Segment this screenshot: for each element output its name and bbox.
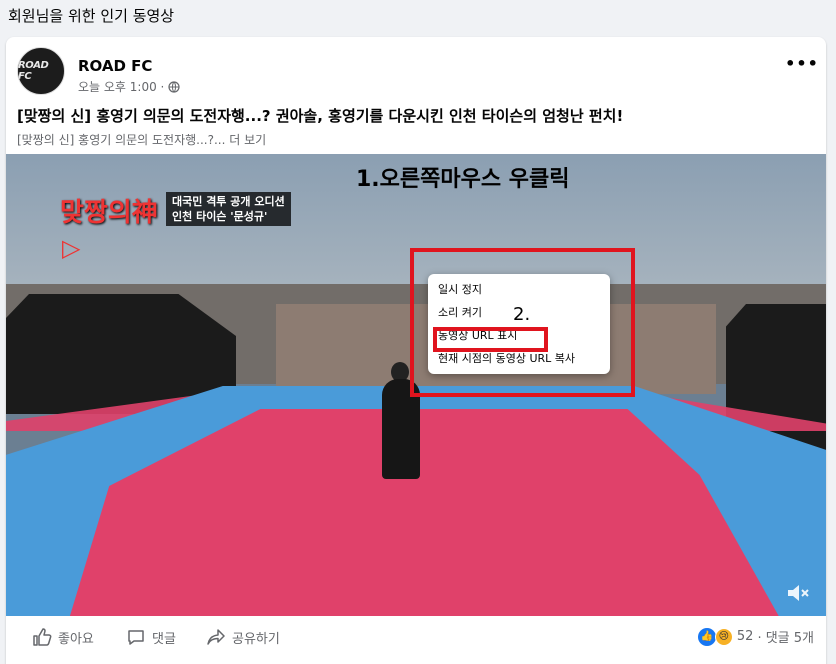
logo-subtitle-line-1: 대국민 격투 공개 오디션 bbox=[172, 195, 285, 208]
comment-button[interactable]: 댓글 bbox=[126, 627, 176, 647]
section-title: 회원님을 위한 인기 동영상 bbox=[8, 7, 175, 25]
volume-muted-icon[interactable] bbox=[786, 582, 810, 604]
share-label: 공유하기 bbox=[232, 631, 280, 647]
page-avatar[interactable]: ROAD FC bbox=[17, 47, 65, 95]
show-logo-text: 맞짱의神 bbox=[60, 198, 158, 228]
post-title: [맞짱의 신] 홍영기 의문의 도전자행...? 권아솔, 홍영기를 다운시킨 … bbox=[17, 107, 624, 125]
annotation-step-1: 1.오른쪽마우스 우클릭 bbox=[356, 167, 570, 192]
comment-icon bbox=[128, 630, 144, 645]
video-post-card: ROAD FC ROAD FC 오늘 오후 1:00 · ••• [맞짱의 신]… bbox=[6, 37, 826, 664]
post-meta: 오늘 오후 1:00 · bbox=[78, 78, 180, 95]
annotation-step-2: 2. bbox=[513, 304, 531, 325]
menu-item-pause[interactable]: 일시 정지 bbox=[428, 278, 610, 301]
reaction-count: 52 bbox=[736, 629, 754, 644]
annotation-menu-highlight bbox=[433, 327, 548, 352]
sad-reaction-icon: 😢 bbox=[714, 627, 733, 646]
share-icon bbox=[207, 629, 225, 645]
reaction-summary[interactable]: 👍 😢 52 · 댓글 5개 bbox=[697, 627, 814, 646]
globe-icon bbox=[168, 80, 180, 93]
avatar-logo-text: ROAD FC bbox=[18, 60, 49, 82]
play-logo-icon: ▷ bbox=[62, 234, 81, 262]
page-name-link[interactable]: ROAD FC bbox=[78, 57, 152, 75]
show-logo: 맞짱의神 대국민 격투 공개 오디션 인천 타이슨 '문성규' ▷ bbox=[56, 184, 316, 264]
action-bar: 좋아요 댓글 공유하기 👍 😢 52 · 댓글 5개 bbox=[6, 619, 826, 661]
like-label: 좋아요 bbox=[58, 631, 94, 647]
post-time[interactable]: 오늘 오후 1:00 · bbox=[78, 78, 164, 95]
share-button[interactable]: 공유하기 bbox=[206, 627, 280, 647]
comment-label: 댓글 bbox=[152, 631, 176, 647]
like-button[interactable]: 좋아요 bbox=[32, 627, 94, 647]
like-reaction-icon: 👍 bbox=[697, 627, 716, 646]
more-options-button[interactable]: ••• bbox=[785, 49, 818, 77]
comment-count[interactable]: · 댓글 5개 bbox=[757, 627, 814, 646]
post-description[interactable]: [맞짱의 신] 홍영기 의문의 도전자행...?... 더 보기 bbox=[17, 131, 266, 148]
thumbs-up-icon bbox=[33, 628, 52, 646]
show-logo-subtitle: 대국민 격투 공개 오디션 인천 타이슨 '문성규' bbox=[166, 192, 291, 226]
logo-subtitle-line-2: 인천 타이슨 '문성규' bbox=[172, 210, 268, 223]
video-player[interactable]: 맞짱의神 대국민 격투 공개 오디션 인천 타이슨 '문성규' ▷ 1.오른쪽마… bbox=[6, 154, 826, 616]
